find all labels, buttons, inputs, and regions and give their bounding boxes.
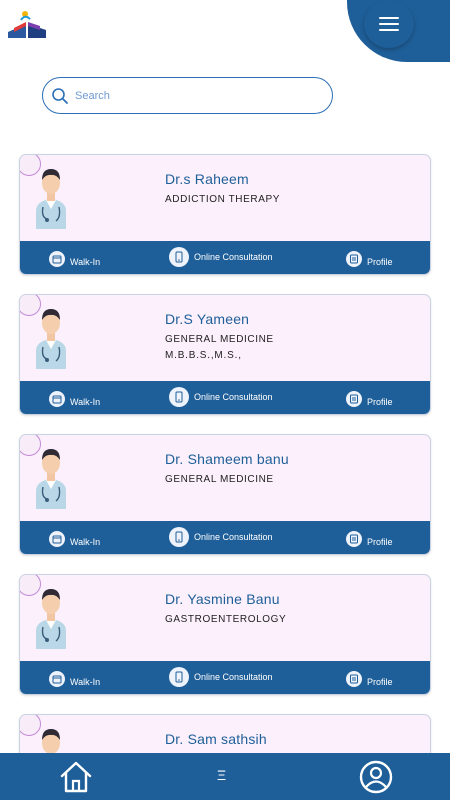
walk-in-icon bbox=[49, 531, 65, 547]
doctor-card[interactable]: Dr. Yasmine Banu GASTROENTEROLOGY Walk-I… bbox=[19, 574, 431, 695]
walk-in-label: Walk-In bbox=[70, 397, 101, 407]
doctor-avatar-icon bbox=[36, 589, 66, 649]
doctor-info: Dr.S Yameen GENERAL MEDICINE M.B.B.S.,M.… bbox=[165, 311, 274, 361]
profile-icon bbox=[346, 251, 362, 267]
walk-in-label: Walk-In bbox=[70, 677, 101, 687]
profile-icon bbox=[346, 391, 362, 407]
walk-in-label: Walk-In bbox=[70, 537, 101, 547]
doctor-list-screen: Dr.s Raheem ADDICTION THERAPY Walk-In On… bbox=[0, 0, 450, 800]
walk-in-button[interactable]: Walk-In bbox=[49, 391, 100, 407]
nav-menu-item[interactable]: Ξ bbox=[217, 767, 226, 783]
card-actions-bar: Walk-In Online Consultation Profile bbox=[20, 241, 430, 274]
profile-label: Profile bbox=[367, 257, 393, 267]
online-consultation-icon bbox=[169, 247, 189, 267]
online-consultation-icon bbox=[169, 667, 189, 687]
doctor-info: Dr. Sam sathsih bbox=[165, 731, 267, 747]
online-consultation-label: Online Consultation bbox=[194, 532, 273, 542]
online-consultation-button[interactable]: Online Consultation bbox=[169, 527, 273, 547]
home-icon[interactable] bbox=[58, 759, 94, 795]
doctor-name: Dr. Shameem banu bbox=[165, 451, 289, 467]
doctor-card[interactable]: Dr.S Yameen GENERAL MEDICINE M.B.B.S.,M.… bbox=[19, 294, 431, 415]
doctor-info: Dr. Shameem banu GENERAL MEDICINE bbox=[165, 451, 289, 485]
walk-in-label: Walk-In bbox=[70, 257, 101, 267]
walk-in-button[interactable]: Walk-In bbox=[49, 671, 100, 687]
walk-in-button[interactable]: Walk-In bbox=[49, 251, 100, 267]
doctor-name: Dr.s Raheem bbox=[165, 171, 249, 187]
card-actions-bar: Walk-In Online Consultation Profile bbox=[20, 661, 430, 694]
online-consultation-button[interactable]: Online Consultation bbox=[169, 387, 273, 407]
walk-in-icon bbox=[49, 391, 65, 407]
doctor-specialty: ADDICTION THERAPY bbox=[165, 194, 281, 205]
profile-label: Profile bbox=[367, 537, 393, 547]
profile-button[interactable]: Profile bbox=[346, 531, 393, 547]
doctor-specialty: GASTROENTEROLOGY bbox=[165, 614, 287, 625]
walk-in-icon bbox=[49, 671, 65, 687]
doctor-info: Dr. Yasmine Banu GASTROENTEROLOGY bbox=[165, 591, 286, 625]
doctor-avatar-icon bbox=[36, 169, 66, 229]
profile-label: Profile bbox=[367, 677, 393, 687]
doctor-name: Dr.S Yameen bbox=[165, 311, 250, 327]
walk-in-button[interactable]: Walk-In bbox=[49, 531, 100, 547]
profile-label: Profile bbox=[367, 397, 393, 407]
card-actions-bar: Walk-In Online Consultation Profile bbox=[20, 521, 430, 554]
online-consultation-label: Online Consultation bbox=[194, 672, 273, 682]
doctor-avatar-icon bbox=[36, 449, 66, 509]
user-profile-icon[interactable] bbox=[358, 759, 394, 795]
card-actions-bar: Walk-In Online Consultation Profile bbox=[20, 381, 430, 414]
doctor-card[interactable]: Dr. Shameem banu GENERAL MEDICINE Walk-I… bbox=[19, 434, 431, 555]
profile-button[interactable]: Profile bbox=[346, 391, 393, 407]
bottom-navigation-bar: Ξ bbox=[0, 753, 450, 800]
online-consultation-label: Online Consultation bbox=[194, 252, 273, 262]
profile-button[interactable]: Profile bbox=[346, 251, 393, 267]
doctor-qualification: M.B.B.S.,M.S., bbox=[165, 350, 242, 361]
doctor-info: Dr.s Raheem ADDICTION THERAPY bbox=[165, 171, 280, 205]
walk-in-icon bbox=[49, 251, 65, 267]
doctor-specialty: GENERAL MEDICINE bbox=[165, 334, 274, 345]
profile-button[interactable]: Profile bbox=[346, 671, 393, 687]
online-consultation-button[interactable]: Online Consultation bbox=[169, 247, 273, 267]
profile-icon bbox=[346, 531, 362, 547]
doctor-card[interactable]: Dr.s Raheem ADDICTION THERAPY Walk-In On… bbox=[19, 154, 431, 275]
profile-icon bbox=[346, 671, 362, 687]
online-consultation-button[interactable]: Online Consultation bbox=[169, 667, 273, 687]
doctor-avatar-icon bbox=[36, 309, 66, 369]
online-consultation-icon bbox=[169, 387, 189, 407]
doctor-name: Dr. Sam sathsih bbox=[165, 731, 267, 747]
online-consultation-icon bbox=[169, 527, 189, 547]
doctor-list: Dr.s Raheem ADDICTION THERAPY Walk-In On… bbox=[0, 0, 450, 800]
doctor-specialty: GENERAL MEDICINE bbox=[165, 474, 274, 485]
doctor-name: Dr. Yasmine Banu bbox=[165, 591, 280, 607]
online-consultation-label: Online Consultation bbox=[194, 392, 273, 402]
